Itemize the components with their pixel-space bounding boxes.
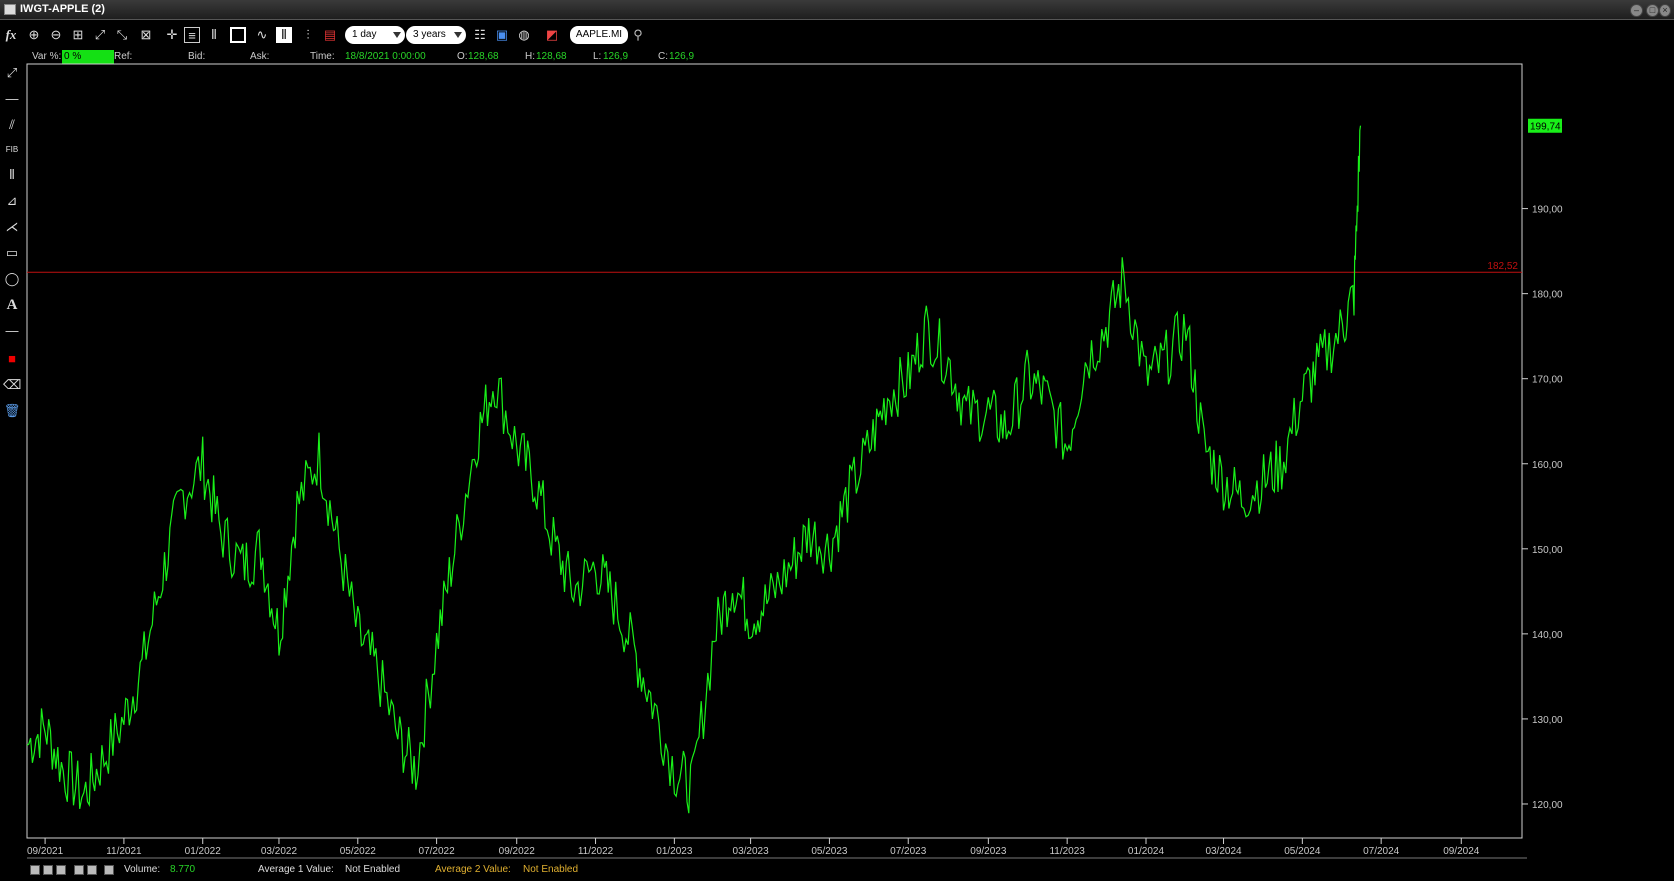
panel-button[interactable] [56, 865, 66, 875]
x-tick-label: 07/2024 [1363, 846, 1400, 857]
x-tick-label: 03/2024 [1205, 846, 1242, 857]
x-tick-label: 11/2023 [1049, 846, 1085, 857]
y-tick-label: 140,00 [1532, 630, 1563, 641]
x-tick-label: 03/2022 [261, 846, 298, 857]
status-bar: Volume: 8.770 Average 1 Value: Not Enabl… [0, 863, 1674, 877]
volume-value: 8.770 [170, 864, 196, 875]
x-tick-label: 09/2023 [970, 846, 1007, 857]
x-tick-label: 01/2022 [185, 846, 222, 857]
x-tick-label: 09/2024 [1443, 846, 1480, 857]
panel-button[interactable] [43, 865, 53, 875]
x-tick-label: 07/2023 [890, 846, 927, 857]
panel-button[interactable] [30, 865, 40, 875]
x-tick-label: 11/2022 [578, 846, 614, 857]
panel-button[interactable] [104, 865, 114, 875]
plot-frame [26, 63, 1523, 839]
y-tick-label: 190,00 [1532, 205, 1563, 216]
x-tick-label: 05/2024 [1284, 846, 1321, 857]
x-tick-label: 09/2021 [27, 846, 64, 857]
x-tick-label: 09/2022 [499, 846, 536, 857]
y-tick-label: 120,00 [1532, 800, 1563, 811]
reference-line-label: 182,52 [1487, 261, 1518, 272]
y-tick-label: 180,00 [1532, 290, 1563, 301]
avg1-label: Average 1 Value: [258, 864, 334, 875]
y-tick-label: 150,00 [1532, 545, 1563, 556]
price-chart[interactable]: 120,00 130,00 140,00 150,00 160,00 170,00 180,… [0, 0, 1674, 881]
panel-button[interactable] [74, 865, 84, 875]
avg2-label: Average 2 Value: [435, 864, 511, 875]
x-tick-label: 11/2021 [106, 846, 142, 857]
x-tick-label: 01/2024 [1128, 846, 1165, 857]
price-series-line [26, 125, 1362, 814]
x-tick-label: 01/2023 [656, 846, 693, 857]
x-tick-label: 05/2023 [811, 846, 848, 857]
avg1-value: Not Enabled [345, 864, 401, 875]
avg2-value: Not Enabled [523, 864, 579, 875]
y-tick-label: 160,00 [1532, 460, 1563, 471]
x-tick-label: 03/2023 [733, 846, 770, 857]
y-tick-label: 130,00 [1532, 715, 1563, 726]
x-tick-label: 05/2022 [340, 846, 377, 857]
x-tick-label: 07/2022 [419, 846, 456, 857]
panel-button[interactable] [87, 865, 97, 875]
volume-label: Volume: [124, 864, 161, 875]
last-price-label: 199,74 [1530, 122, 1561, 133]
y-tick-label: 170,00 [1532, 375, 1563, 386]
chart-window: IWGT-APPLE (2) – □ × fx ⊕ ⊖ ⊞ ⤢ ⤡ ⊠ ✛ ≡ … [0, 0, 1674, 881]
